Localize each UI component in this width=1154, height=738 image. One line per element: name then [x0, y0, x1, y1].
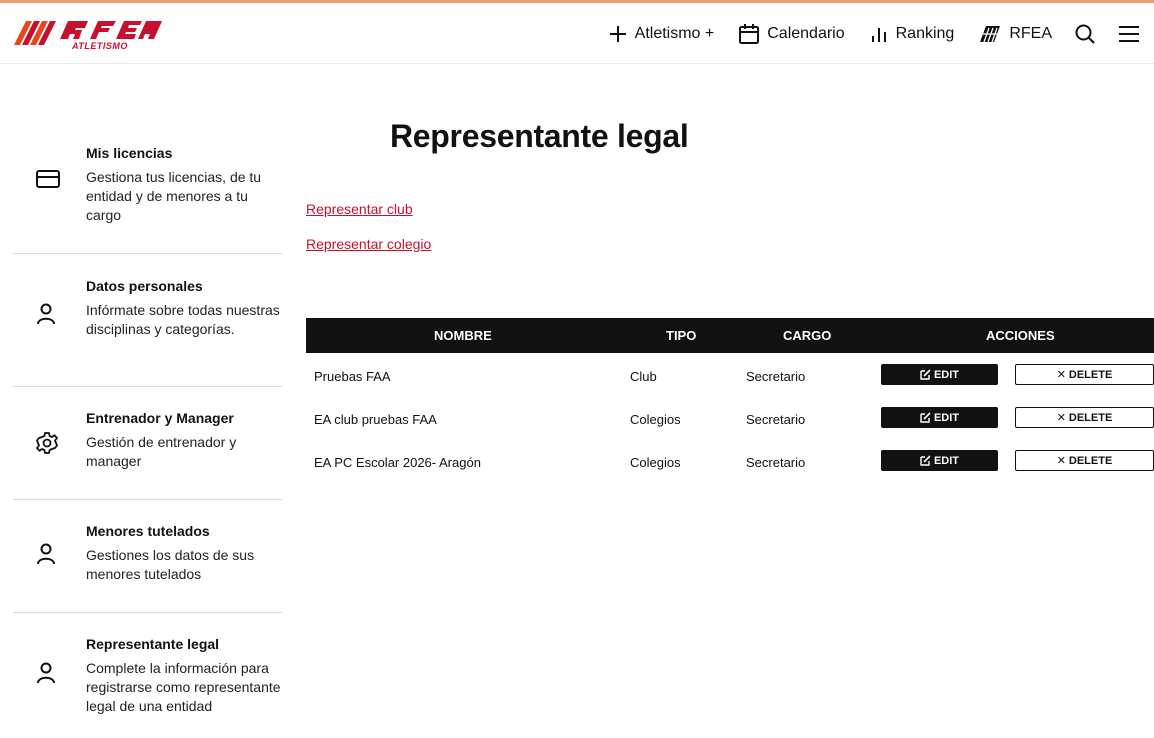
cell-cargo: Secretario — [746, 455, 806, 470]
sidebar-item-desc: Complete la información para registrarse… — [86, 660, 281, 714]
close-icon: ✕ — [1056, 455, 1066, 467]
sidebar-item-mis-licencias[interactable]: Mis licencias Gestiona tus licencias, de… — [13, 125, 282, 254]
edit-icon — [920, 455, 931, 466]
ranking-bars-icon — [871, 28, 886, 42]
person-icon — [35, 661, 57, 690]
representaciones-table: NOMBRE TIPO CARGO ACCIONES Pruebas FAA C… — [306, 318, 1154, 482]
sidebar-item-desc: Gestiones los datos de sus menores tutel… — [86, 547, 255, 582]
sidebar-item-title: Entrenador y Manager — [86, 410, 234, 426]
cell-tipo: Colegios — [630, 412, 681, 427]
edit-label: EDIT — [933, 454, 960, 467]
edit-icon — [920, 369, 931, 380]
table-header: NOMBRE TIPO CARGO ACCIONES — [306, 318, 1154, 353]
edit-label: EDIT — [933, 368, 960, 381]
cell-cargo: Secretario — [746, 412, 806, 427]
col-header-nombre: NOMBRE — [434, 328, 492, 343]
delete-button[interactable]: ✕ DELETE — [1015, 407, 1154, 428]
card-icon — [35, 169, 61, 194]
delete-label: DELETE — [1068, 368, 1113, 381]
site-header: ATLETISMO Atletismo + Calendario Ranking… — [0, 3, 1154, 64]
cell-tipo: Colegios — [630, 455, 681, 470]
nav-atletismo-plus-label: Atletismo + — [634, 25, 715, 42]
sidebar-item-title: Mis licencias — [86, 145, 173, 161]
representar-club-link[interactable]: Representar club — [306, 201, 413, 217]
delete-label: DELETE — [1068, 454, 1113, 467]
table-row: EA club pruebas FAA Colegios Secretario … — [306, 396, 1154, 439]
nav-ranking-label: Ranking — [895, 25, 955, 42]
cell-nombre: EA club pruebas FAA — [314, 412, 437, 427]
cell-tipo: Club — [630, 369, 657, 384]
representar-colegio-link[interactable]: Representar colegio — [306, 236, 431, 252]
col-header-acciones: ACCIONES — [986, 328, 1055, 343]
sidebar-item-title: Menores tutelados — [86, 523, 210, 539]
sidebar-item-desc: Gestiona tus licencias, de tu entidad y … — [86, 169, 262, 223]
sidebar-item-entrenador-manager[interactable]: Entrenador y Manager Gestión de entrenad… — [13, 387, 282, 500]
search-button[interactable] — [1074, 23, 1096, 45]
edit-button[interactable]: EDIT — [881, 450, 998, 471]
person-icon — [35, 542, 57, 571]
sidebar-item-title: Datos personales — [86, 278, 203, 294]
edit-label: EDIT — [933, 411, 960, 424]
edit-button[interactable]: EDIT — [881, 364, 998, 385]
edit-button[interactable]: EDIT — [881, 407, 998, 428]
nav-atletismo-plus[interactable]: Atletismo + — [608, 24, 715, 44]
rfea-track-icon — [980, 26, 1001, 43]
page-title: Representante legal — [390, 118, 689, 154]
sidebar-item-representante-legal[interactable]: Representante legal Complete la informac… — [13, 613, 282, 738]
main-nav: Atletismo + Calendario Ranking RFEA — [608, 19, 1140, 49]
sidebar-item-title: Representante legal — [86, 636, 220, 652]
person-icon — [35, 302, 57, 331]
nav-ranking[interactable]: Ranking — [869, 24, 955, 44]
sidebar-item-menores-tutelados[interactable]: Menores tutelados Gestiones los datos de… — [13, 500, 282, 613]
account-sidebar: Mis licencias Gestiona tus licencias, de… — [13, 125, 282, 738]
cell-nombre: EA PC Escolar 2026- Aragón — [314, 455, 481, 470]
col-header-cargo: CARGO — [783, 328, 832, 343]
table-row: Pruebas FAA Club Secretario EDIT ✕ DELET… — [306, 353, 1154, 396]
menu-button[interactable] — [1118, 24, 1140, 44]
close-icon: ✕ — [1056, 369, 1066, 381]
rfea-logo[interactable]: ATLETISMO — [14, 15, 164, 51]
nav-calendario-label: Calendario — [767, 25, 845, 42]
plus-icon — [609, 26, 626, 42]
delete-button[interactable]: ✕ DELETE — [1015, 364, 1154, 385]
svg-text:ATLETISMO: ATLETISMO — [71, 41, 128, 51]
search-icon — [1075, 24, 1095, 44]
cell-cargo: Secretario — [746, 369, 806, 384]
gear-icon — [35, 431, 59, 460]
delete-label: DELETE — [1068, 411, 1113, 424]
sidebar-item-desc: Infórmate sobre todas nuestras disciplin… — [86, 302, 280, 337]
cell-nombre: Pruebas FAA — [314, 369, 391, 384]
nav-rfea[interactable]: RFEA — [978, 24, 1052, 44]
sidebar-item-datos-personales[interactable]: Datos personales Infórmate sobre todas n… — [13, 254, 282, 387]
edit-icon — [920, 412, 931, 423]
col-header-tipo: TIPO — [666, 328, 697, 343]
delete-button[interactable]: ✕ DELETE — [1015, 450, 1154, 471]
nav-calendario[interactable]: Calendario — [738, 23, 845, 45]
sidebar-item-desc: Gestión de entrenador y manager — [86, 434, 237, 469]
nav-rfea-label: RFEA — [1009, 25, 1052, 42]
close-icon: ✕ — [1056, 412, 1066, 424]
table-row: EA PC Escolar 2026- Aragón Colegios Secr… — [306, 439, 1154, 482]
calendar-icon — [739, 24, 760, 44]
hamburger-menu-icon — [1119, 26, 1139, 42]
